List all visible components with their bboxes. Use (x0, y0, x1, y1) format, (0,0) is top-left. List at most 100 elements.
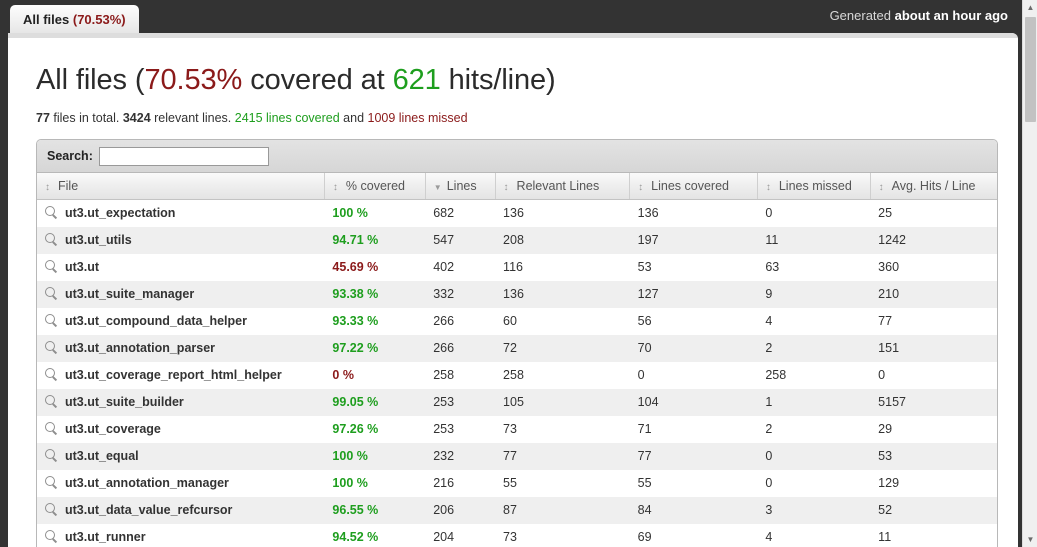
column-header-lines-missed[interactable]: Lines missed (757, 173, 870, 200)
table-row[interactable]: ut3.ut_coverage97.26 %2537371229 (37, 416, 997, 443)
file-link[interactable]: ut3.ut (65, 260, 99, 274)
table-row[interactable]: ut3.ut_annotation_parser97.22 %266727021… (37, 335, 997, 362)
table-row[interactable]: ut3.ut_data_value_refcursor96.55 %206878… (37, 497, 997, 524)
cell-avg: 129 (870, 470, 997, 497)
scrollbar-up-arrow-icon[interactable]: ▲ (1023, 0, 1037, 15)
table-row[interactable]: ut3.ut_utils94.71 %547208197111242 (37, 227, 997, 254)
scrollbar-down-arrow-icon[interactable]: ▼ (1023, 532, 1037, 547)
table-header-row: File % covered Lines Relevant Lines Line… (37, 173, 997, 200)
file-link[interactable]: ut3.ut_data_value_refcursor (65, 503, 232, 517)
cell-percent-covered: 93.33 % (324, 308, 425, 335)
column-header-percent-covered[interactable]: % covered (324, 173, 425, 200)
cell-lines: 266 (425, 308, 495, 335)
cell-relevant: 60 (495, 308, 630, 335)
percent-value: 45.69 % (332, 260, 378, 274)
file-link[interactable]: ut3.ut_runner (65, 530, 146, 544)
file-link[interactable]: ut3.ut_coverage_report_html_helper (65, 368, 282, 382)
file-link[interactable]: ut3.ut_suite_builder (65, 395, 184, 409)
summary-relevant-lines: 3424 (123, 111, 151, 125)
magnifier-icon[interactable] (45, 287, 58, 300)
magnifier-icon[interactable] (45, 530, 58, 543)
magnifier-icon[interactable] (45, 341, 58, 354)
cell-covered: 127 (630, 281, 758, 308)
tab-all-files-label: All files (23, 12, 73, 27)
sort-icon-avg-hits-line (879, 183, 888, 193)
cell-lines: 232 (425, 443, 495, 470)
table-row[interactable]: ut3.ut_annotation_manager100 %2165555012… (37, 470, 997, 497)
table-row[interactable]: ut3.ut_expectation100 %682136136025 (37, 200, 997, 227)
cell-missed: 63 (757, 254, 870, 281)
cell-avg: 360 (870, 254, 997, 281)
magnifier-icon[interactable] (45, 395, 58, 408)
cell-file-name: ut3.ut_coverage_report_html_helper (37, 362, 324, 389)
file-link[interactable]: ut3.ut_equal (65, 449, 139, 463)
summary-and-text: and (340, 111, 368, 125)
page-scrollbar[interactable]: ▲ ▼ (1022, 0, 1037, 547)
table-row[interactable]: ut3.ut_suite_builder99.05 %2531051041515… (37, 389, 997, 416)
file-link[interactable]: ut3.ut_annotation_manager (65, 476, 229, 490)
table-row[interactable]: ut3.ut_coverage_report_html_helper 0 % 258… (37, 362, 997, 389)
table-row[interactable]: ut3.ut_equal100 %2327777053 (37, 443, 997, 470)
file-link[interactable]: ut3.ut_utils (65, 233, 132, 247)
column-header-lines-covered[interactable]: Lines covered (630, 173, 758, 200)
cell-covered: 55 (630, 470, 758, 497)
cell-covered: 77 (630, 443, 758, 470)
page-title: All files (70.53% covered at 621 hits/li… (28, 38, 998, 97)
cell-lines: 258 (425, 362, 495, 389)
cell-covered: 71 (630, 416, 758, 443)
files-table-head: File % covered Lines Relevant Lines Line… (37, 173, 997, 200)
cell-missed: 4 (757, 524, 870, 547)
table-row[interactable]: ut3.ut_suite_manager93.38 %3321361279210 (37, 281, 997, 308)
cell-missed: 4 (757, 308, 870, 335)
magnifier-icon[interactable] (45, 260, 58, 273)
scrollbar-thumb[interactable] (1025, 17, 1036, 122)
cell-lines: 253 (425, 416, 495, 443)
cell-avg: 29 (870, 416, 997, 443)
cell-relevant: 77 (495, 443, 630, 470)
table-row[interactable]: ut3.ut45.69 %4021165363360 (37, 254, 997, 281)
cell-relevant: 73 (495, 416, 630, 443)
cell-lines: 216 (425, 470, 495, 497)
table-row[interactable]: ut3.ut_compound_data_helper93.33 %266605… (37, 308, 997, 335)
page-title-part1: All files ( (36, 64, 144, 96)
magnifier-icon[interactable] (45, 368, 58, 381)
file-link[interactable]: ut3.ut_annotation_parser (65, 341, 215, 355)
tab-all-files[interactable]: All files (70.53%) (10, 5, 139, 33)
cell-missed: 0 (757, 200, 870, 227)
tab-bar: All files (70.53%) Generated about an ho… (0, 0, 1022, 33)
magnifier-icon[interactable] (45, 503, 58, 516)
file-link[interactable]: ut3.ut_coverage (65, 422, 161, 436)
magnifier-icon[interactable] (45, 449, 58, 462)
cell-relevant: 116 (495, 254, 630, 281)
cell-avg: 25 (870, 200, 997, 227)
cell-avg: 11 (870, 524, 997, 547)
file-link[interactable]: ut3.ut_suite_manager (65, 287, 194, 301)
search-input[interactable] (99, 147, 269, 166)
column-header-relevant-lines[interactable]: Relevant Lines (495, 173, 630, 200)
sort-icon-lines-descending (434, 183, 443, 193)
cell-file-name: ut3.ut_suite_builder (37, 389, 324, 416)
cell-relevant: 72 (495, 335, 630, 362)
cell-missed: 2 (757, 416, 870, 443)
cell-covered: 53 (630, 254, 758, 281)
column-header-lines[interactable]: Lines (425, 173, 495, 200)
cell-file-name: ut3.ut_compound_data_helper (37, 308, 324, 335)
cell-covered: 84 (630, 497, 758, 524)
column-header-avg-hits-line[interactable]: Avg. Hits / Line (870, 173, 997, 200)
file-link[interactable]: ut3.ut_expectation (65, 206, 175, 220)
files-table-body: ut3.ut_expectation100 %682136136025ut3.u… (37, 200, 997, 547)
magnifier-icon[interactable] (45, 206, 58, 219)
summary-relevant-text: relevant lines. (151, 111, 235, 125)
column-header-relevant-lines-label: Relevant Lines (517, 179, 600, 193)
magnifier-icon[interactable] (45, 422, 58, 435)
percent-value: 0 % (332, 368, 354, 382)
cell-relevant: 136 (495, 281, 630, 308)
magnifier-icon[interactable] (45, 476, 58, 489)
sort-icon-lines-missed (766, 183, 775, 193)
file-link[interactable]: ut3.ut_compound_data_helper (65, 314, 247, 328)
table-row[interactable]: ut3.ut_runner94.52 %2047369411 (37, 524, 997, 547)
cell-lines: 547 (425, 227, 495, 254)
magnifier-icon[interactable] (45, 314, 58, 327)
column-header-file[interactable]: File (37, 173, 324, 200)
magnifier-icon[interactable] (45, 233, 58, 246)
